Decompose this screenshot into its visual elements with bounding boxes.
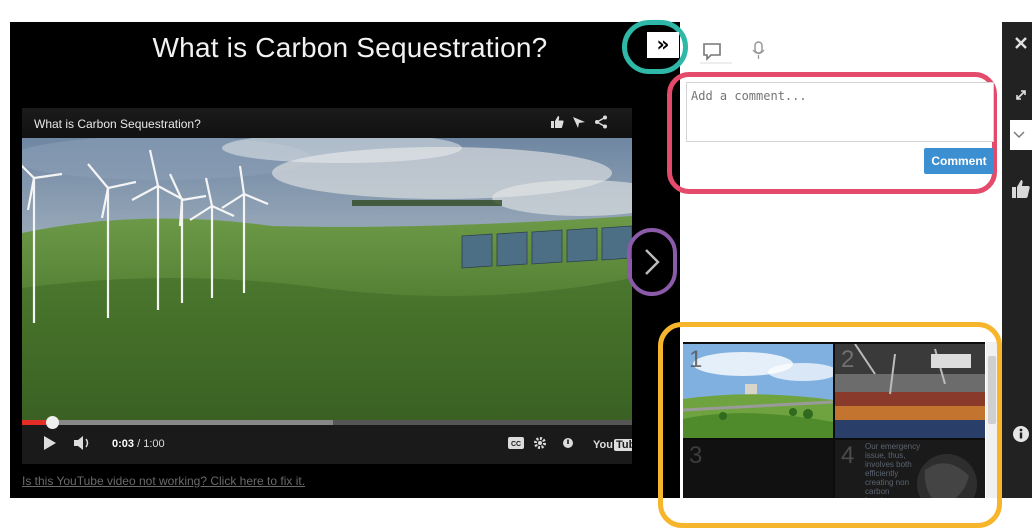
like-icon[interactable]	[550, 115, 564, 131]
info-icon[interactable]	[1013, 426, 1029, 447]
time-current: 0:03	[112, 438, 135, 450]
video-topbar: What is Carbon Sequestration?	[22, 108, 632, 138]
collapse-panel-button[interactable]: »	[647, 32, 679, 58]
youtube-logo-text: You	[593, 439, 613, 451]
cc-icon[interactable]: CC	[508, 437, 524, 452]
dropdown-tab[interactable]	[1010, 120, 1032, 155]
svg-text:CC: CC	[511, 441, 521, 448]
time-total: / 1:00	[137, 438, 165, 450]
comment-icon	[700, 43, 732, 64]
progress-loaded	[22, 420, 334, 425]
video-frame[interactable]	[22, 133, 632, 420]
youtube-logo-tube: Tube	[613, 439, 632, 451]
video-controls: 0:03 / 1:00 CC YouTube	[22, 416, 632, 464]
expand-icon[interactable]	[1015, 88, 1027, 106]
thumbs-up-icon[interactable]	[1010, 178, 1032, 205]
chevron-right-icon	[645, 249, 660, 275]
video-not-working-link[interactable]: Is this YouTube video not working? Click…	[22, 474, 305, 488]
page-title: What is Carbon Sequestration?	[152, 32, 548, 63]
tab-comments[interactable]	[700, 38, 732, 64]
watch-later-icon[interactable]	[572, 115, 586, 131]
comment-submit-button[interactable]: Comment	[924, 148, 994, 174]
youtube-logo[interactable]: YouTube	[593, 439, 632, 451]
slides-highlight	[658, 322, 1002, 528]
close-icon[interactable]	[1015, 36, 1027, 54]
play-icon[interactable]	[44, 436, 56, 453]
app-stage: What is Carbon Sequestration? What is Ca…	[0, 0, 1032, 530]
comment-input[interactable]	[686, 82, 994, 142]
annotations-icon[interactable]	[562, 437, 574, 452]
share-icon[interactable]	[594, 115, 608, 131]
right-rail	[1002, 22, 1032, 498]
microphone-icon	[752, 41, 765, 59]
next-slide-button[interactable]	[627, 228, 677, 296]
volume-icon[interactable]	[74, 436, 92, 453]
player-area: What is Carbon Sequestration? What is Ca…	[10, 22, 680, 498]
youtube-video[interactable]: What is Carbon Sequestration? 0:03 / 1:0…	[22, 108, 632, 464]
settings-icon[interactable]	[533, 436, 547, 453]
video-title[interactable]: What is Carbon Sequestration?	[34, 117, 201, 131]
tab-audio[interactable]	[748, 38, 770, 64]
progress-scrubber[interactable]	[45, 416, 59, 429]
